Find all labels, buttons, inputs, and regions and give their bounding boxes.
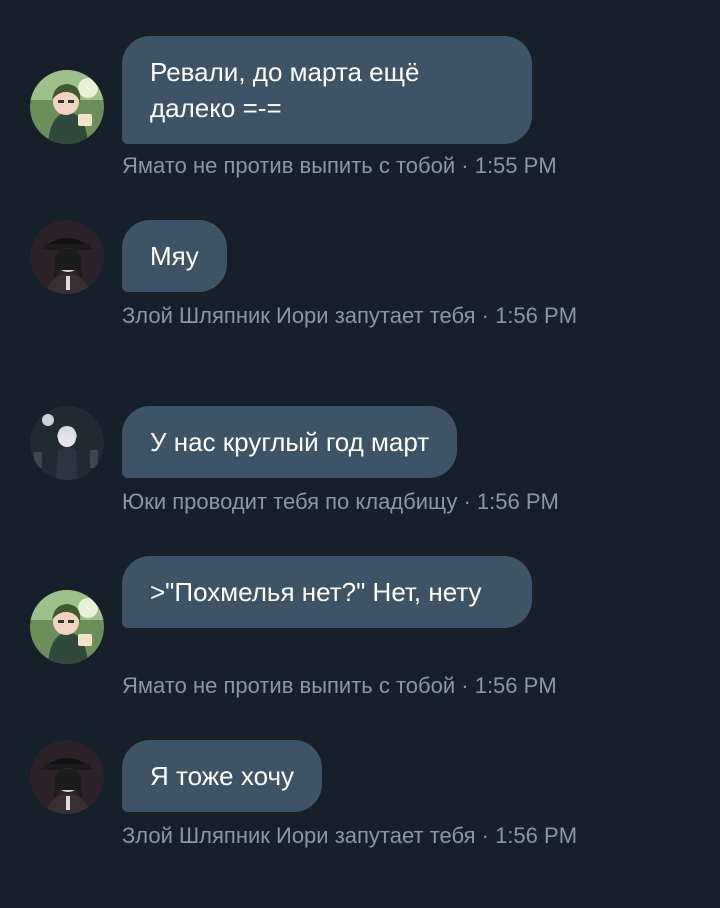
avatar-iori[interactable]: [30, 220, 104, 294]
yamato-avatar-image: [30, 70, 104, 144]
avatar-yamato[interactable]: [30, 590, 104, 664]
iori-avatar-image: [30, 220, 104, 294]
avatar-yamato[interactable]: [30, 70, 104, 144]
message-bubble[interactable]: >"Похмелья нет?" Нет, нету: [122, 556, 532, 628]
message-bubble[interactable]: Мяу: [122, 220, 227, 292]
dm-conversation: Ревали, до марта ещё далеко =-= Ямато не…: [0, 0, 720, 908]
message-bubble[interactable]: Я тоже хочу: [122, 740, 323, 812]
message-meta: Юки проводит тебя по кладбищу · 1:56 PM: [122, 489, 559, 514]
avatar-yuki[interactable]: [30, 406, 104, 480]
message-bubble[interactable]: У нас круглый год март: [122, 406, 458, 478]
message-bubble[interactable]: Ревали, до марта ещё далеко =-=: [122, 36, 532, 144]
message-meta: Ямато не против выпить с тобой · 1:56 PM: [122, 673, 557, 698]
yamato-avatar-image: [30, 590, 104, 664]
avatar-iori[interactable]: [30, 740, 104, 814]
iori-avatar-image: [30, 740, 104, 814]
message-meta: Злой Шляпник Иори запутает тебя · 1:56 P…: [122, 823, 578, 848]
message-meta: Злой Шляпник Иори запутает тебя · 1:56 P…: [122, 303, 578, 328]
message-meta: Ямато не против выпить с тобой · 1:55 PM: [122, 153, 557, 178]
yuki-avatar-image: [30, 406, 104, 480]
